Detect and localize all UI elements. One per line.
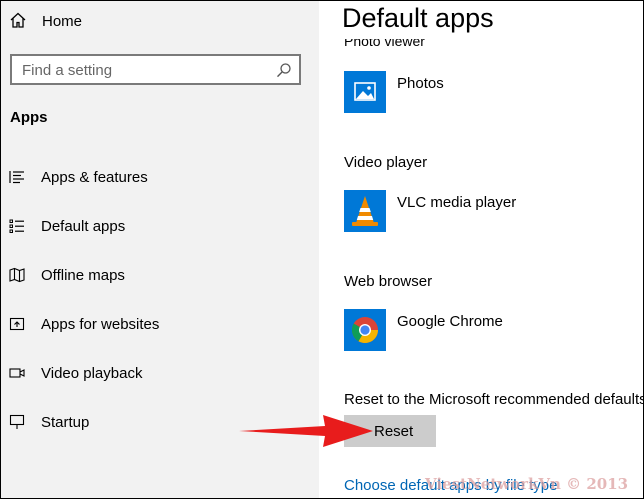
photos-icon: [344, 71, 386, 113]
default-app-photo-viewer[interactable]: Photos: [344, 71, 634, 115]
sidebar-item-label: Video playback: [41, 365, 143, 382]
settings-window: Home Find a setting Apps Apps & features: [0, 0, 644, 499]
sidebar-item-default-apps[interactable]: Default apps: [1, 208, 319, 244]
group-heading-web-browser: Web browser: [344, 273, 433, 290]
startup-icon: [9, 414, 25, 429]
section-title: Apps: [10, 109, 48, 126]
sidebar-item-offline-maps[interactable]: Offline maps: [1, 257, 319, 293]
red-arrow-annotation: [239, 415, 373, 447]
sidebar-item-label: Default apps: [41, 218, 126, 235]
sidebar-item-label: Offline maps: [41, 267, 125, 284]
default-apps-icon: [9, 219, 24, 233]
app-name: VLC media player: [397, 194, 517, 211]
search-input[interactable]: Find a setting: [10, 54, 301, 85]
group-heading-photo-viewer: Photo viewer: [344, 33, 425, 49]
sidebar-item-video-playback[interactable]: Video playback: [1, 355, 319, 391]
app-name: Photos: [397, 75, 444, 92]
sidebar-item-label: Startup: [41, 414, 90, 431]
chrome-icon: [344, 309, 386, 351]
apps-websites-icon: [9, 317, 25, 331]
offline-maps-icon: [9, 267, 25, 283]
home-nav-item[interactable]: Home: [1, 7, 319, 35]
sidebar-item-apps-for-websites[interactable]: Apps for websites: [1, 306, 319, 342]
home-icon: [10, 12, 26, 28]
reset-description: Reset to the Microsoft recommended defau…: [344, 391, 644, 408]
apps-features-icon: [9, 171, 24, 184]
group-heading-video-player: Video player: [344, 154, 428, 171]
sidebar-item-apps-features[interactable]: Apps & features: [1, 159, 319, 195]
app-name: Google Chrome: [397, 313, 503, 330]
sidebar-item-label: Apps for websites: [41, 316, 160, 333]
video-playback-icon: [9, 368, 25, 378]
watermark: ViestNetworkVn © 2013: [425, 475, 629, 493]
home-label: Home: [42, 13, 83, 30]
vlc-icon: [344, 190, 386, 232]
page-title: Default apps: [342, 3, 494, 33]
search-icon[interactable]: [276, 62, 292, 78]
default-app-web-browser[interactable]: Google Chrome: [344, 309, 634, 353]
sidebar-item-label: Apps & features: [41, 169, 148, 186]
search-placeholder: Find a setting: [22, 62, 113, 79]
default-app-video-player[interactable]: VLC media player: [344, 190, 634, 234]
